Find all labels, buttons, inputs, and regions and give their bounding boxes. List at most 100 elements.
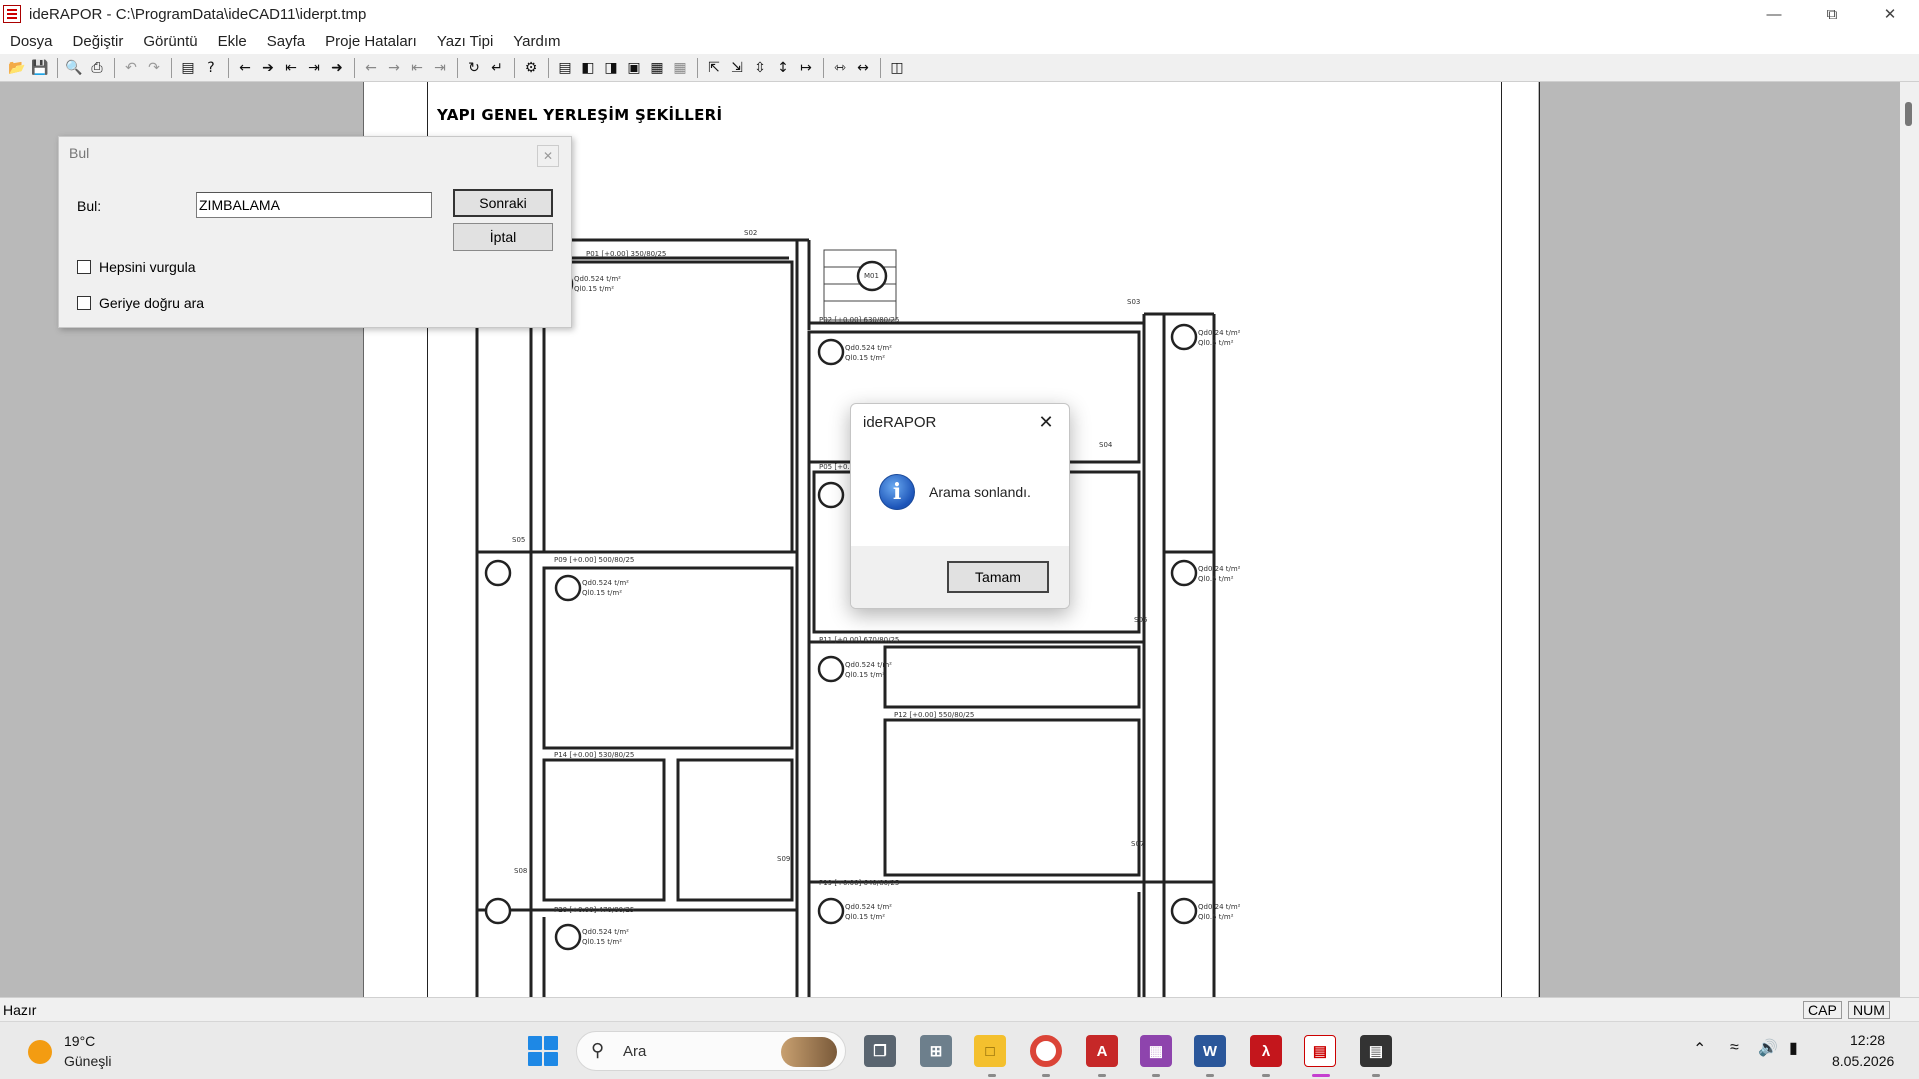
menu-goruntu[interactable]: Görüntü <box>133 33 207 50</box>
taskbar-search[interactable]: ⚲ Ara <box>576 1031 846 1071</box>
window-title: ideRAPOR - C:\ProgramData\ideCAD11\iderp… <box>29 5 367 23</box>
last-page-icon[interactable]: ⇥ <box>429 57 451 79</box>
idecad-icon[interactable]: ▤ <box>1360 1035 1392 1067</box>
cancel-button[interactable]: İptal <box>453 223 553 251</box>
menu-sayfa[interactable]: Sayfa <box>257 33 315 50</box>
running-indicator <box>1042 1074 1050 1077</box>
zoom-5-icon[interactable]: ↦ <box>795 57 817 79</box>
help-icon[interactable]: ? <box>200 57 222 79</box>
restore-icon[interactable]: ⧉ <box>1803 0 1861 28</box>
find-label: Bul: <box>77 198 102 214</box>
weather-description[interactable]: Güneşli <box>64 1053 111 1069</box>
zoom-3-icon[interactable]: ⇳ <box>749 57 771 79</box>
layout-1-icon[interactable]: ▤ <box>554 57 576 79</box>
battery-icon[interactable]: ▮ <box>1789 1038 1798 1058</box>
hierarchy-icon[interactable]: ⚙ <box>520 57 542 79</box>
sun-icon[interactable] <box>28 1040 52 1064</box>
plan-label: S07 <box>1131 840 1144 848</box>
first-page-icon[interactable]: ⇤ <box>406 57 428 79</box>
fit-width-icon[interactable]: ⇿ <box>829 57 851 79</box>
highlight-all-checkbox[interactable] <box>77 260 91 274</box>
weather-temperature[interactable]: 19°C <box>64 1033 95 1049</box>
status-text: Hazır <box>3 1001 37 1018</box>
menu-yazi-tipi[interactable]: Yazı Tipi <box>427 33 503 50</box>
search-backward-checkbox[interactable] <box>77 296 91 310</box>
arrow-right-icon[interactable]: ➔ <box>257 57 279 79</box>
running-indicator <box>1372 1074 1380 1077</box>
running-indicator <box>1206 1074 1214 1077</box>
next-page-icon[interactable]: → <box>383 57 405 79</box>
task-view-icon[interactable]: ❐ <box>864 1035 896 1067</box>
page-icon[interactable]: ▤ <box>177 57 199 79</box>
scrollbar-thumb[interactable] <box>1905 102 1912 126</box>
save-icon[interactable]: 💾 <box>29 57 51 79</box>
arrow-last-icon[interactable]: ⇥ <box>303 57 325 79</box>
close-icon[interactable]: ✕ <box>537 145 559 167</box>
menu-proje-hatalari[interactable]: Proje Hataları <box>315 33 427 50</box>
search-backward-option[interactable]: Geriye doğru ara <box>77 295 204 311</box>
menu-degistir[interactable]: Değiştir <box>63 33 134 50</box>
next-button[interactable]: Sonraki <box>453 189 553 217</box>
undo-icon[interactable]: ↶ <box>120 57 142 79</box>
file-explorer-icon[interactable]: □ <box>974 1035 1006 1067</box>
plan-label: S06 <box>1134 616 1148 624</box>
toolbar-separator <box>228 57 229 78</box>
plan-label: P12 [+0.00] 550/80/25 <box>894 711 974 719</box>
iderapor-taskbar-icon[interactable]: ▤ <box>1304 1035 1336 1067</box>
layout-5-icon[interactable]: ▦ <box>646 57 668 79</box>
page-edge-right <box>1539 82 1540 997</box>
autocad-icon[interactable]: A <box>1086 1035 1118 1067</box>
active-indicator <box>1312 1074 1330 1077</box>
app-icon[interactable] <box>3 5 21 23</box>
print-icon[interactable]: ⎙ <box>86 57 108 79</box>
insert-icon[interactable]: ↵ <box>486 57 508 79</box>
plan-label: Ql0.5 t/m² <box>1198 575 1234 583</box>
plan-label: Qd0.524 t/m² <box>845 661 892 669</box>
menu-dosya[interactable]: Dosya <box>0 33 63 50</box>
wifi-icon[interactable]: ≈ <box>1730 1039 1739 1057</box>
print-preview-icon[interactable]: 🔍 <box>63 57 85 79</box>
clock-date[interactable]: 8.05.2026 <box>1832 1053 1894 1069</box>
clock-time[interactable]: 12:28 <box>1850 1032 1885 1048</box>
layout-3-icon[interactable]: ◨ <box>600 57 622 79</box>
highlight-all-option[interactable]: Hepsini vurgula <box>77 259 196 275</box>
search-label: Ara <box>623 1043 647 1060</box>
toolbar-separator <box>114 57 115 78</box>
ok-button[interactable]: Tamam <box>947 561 1049 593</box>
zoom-4-icon[interactable]: ↕ <box>772 57 794 79</box>
prev-page-icon[interactable]: ← <box>360 57 382 79</box>
volume-icon[interactable]: 🔊 <box>1758 1038 1778 1058</box>
plan-label: S02 <box>744 229 757 237</box>
vertical-scrollbar[interactable] <box>1900 82 1919 997</box>
columns-icon[interactable]: ◫ <box>886 57 908 79</box>
layout-2-icon[interactable]: ◧ <box>577 57 599 79</box>
arrow-left-icon[interactable]: ← <box>234 57 256 79</box>
redo-icon[interactable]: ↷ <box>143 57 165 79</box>
winrar-icon[interactable]: ▦ <box>1140 1035 1172 1067</box>
close-icon[interactable]: ✕ <box>1035 411 1057 433</box>
close-icon[interactable]: ✕ <box>1861 0 1919 28</box>
windows-start-icon[interactable] <box>528 1036 558 1066</box>
minimize-icon[interactable]: — <box>1745 0 1803 28</box>
plan-label: Qd0.524 t/m² <box>845 903 892 911</box>
arrow-first-icon[interactable]: ⇤ <box>280 57 302 79</box>
menu-ekle[interactable]: Ekle <box>208 33 257 50</box>
open-folder-icon[interactable]: 📂 <box>6 57 28 79</box>
chevron-up-icon[interactable]: ⌃ <box>1693 1039 1706 1059</box>
message-dialog-title: ideRAPOR <box>863 414 937 431</box>
plan-label: Qd0.24 t/m² <box>1198 565 1241 573</box>
plan-label: Ql0.15 t/m² <box>582 938 622 946</box>
zoom-2-icon[interactable]: ⇲ <box>726 57 748 79</box>
refresh-icon[interactable]: ↻ <box>463 57 485 79</box>
layout-4-icon[interactable]: ▣ <box>623 57 645 79</box>
find-input[interactable] <box>196 192 432 218</box>
goto-icon[interactable]: ➜ <box>326 57 348 79</box>
calculator-icon[interactable]: ⊞ <box>920 1035 952 1067</box>
fit-page-icon[interactable]: ↔ <box>852 57 874 79</box>
layout-6-icon[interactable]: ▦ <box>669 57 691 79</box>
word-icon[interactable]: W <box>1194 1035 1226 1067</box>
chrome-icon[interactable] <box>1030 1035 1062 1067</box>
menu-yardim[interactable]: Yardım <box>503 33 570 50</box>
acrobat-icon[interactable]: λ <box>1250 1035 1282 1067</box>
zoom-1-icon[interactable]: ⇱ <box>703 57 725 79</box>
